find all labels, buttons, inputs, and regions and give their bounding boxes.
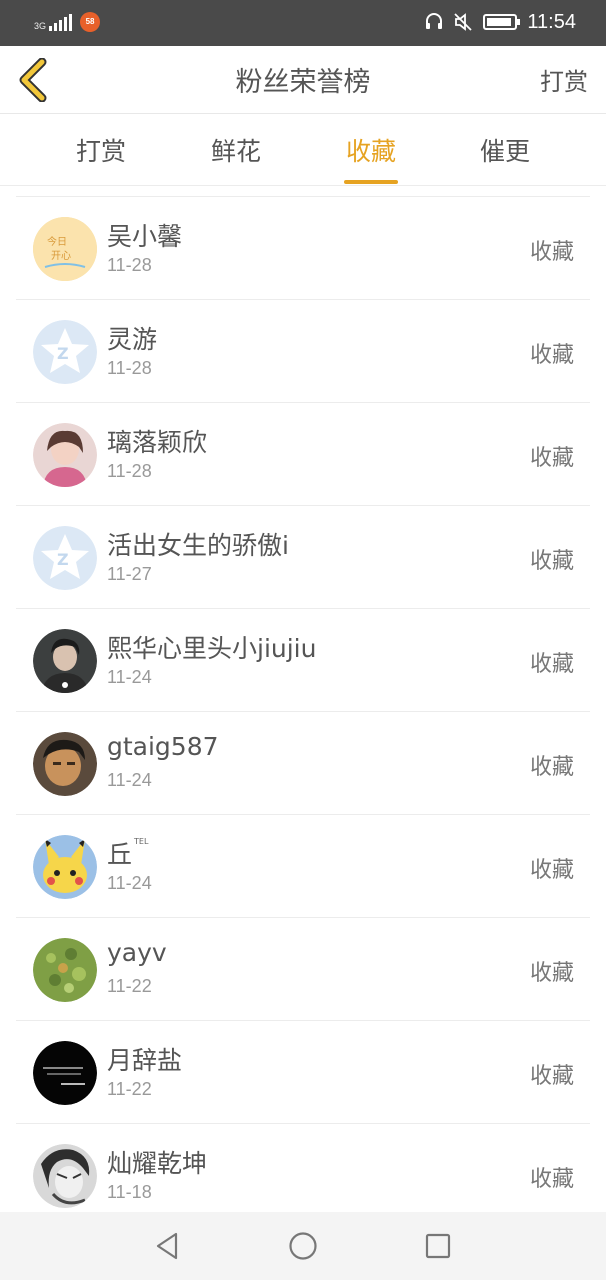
action-label: 收藏 xyxy=(529,652,574,677)
name-superscript: TEL xyxy=(134,837,149,846)
avatar[interactable]: 今日开心 xyxy=(33,217,97,281)
headset-icon xyxy=(426,13,443,29)
avatar[interactable] xyxy=(33,1144,97,1208)
fan-date: 11-27 xyxy=(107,564,152,584)
svg-text:Z: Z xyxy=(57,344,69,363)
back-triangle-icon xyxy=(156,1232,178,1260)
page-title: 粉丝荣誉榜 xyxy=(235,67,371,98)
tab-flowers[interactable]: 鲜花 xyxy=(181,132,291,168)
fan-name: 璃落颖欣 xyxy=(107,428,208,457)
avatar[interactable] xyxy=(33,629,97,693)
tab-collect[interactable]: 收藏 xyxy=(316,132,426,184)
recents-square-icon xyxy=(425,1233,451,1259)
clock: 11:54 xyxy=(527,10,576,33)
action-label: 收藏 xyxy=(529,961,574,986)
nav-recents-button[interactable] xyxy=(422,1230,454,1262)
list-item[interactable]: Z 灵游 11-28 收藏 xyxy=(16,300,590,403)
nav-back-button[interactable] xyxy=(152,1230,184,1262)
fan-date: 11-24 xyxy=(107,770,152,790)
fan-date: 11-28 xyxy=(107,255,152,275)
svg-text:Z: Z xyxy=(57,550,69,569)
fan-name: 丘 TEL xyxy=(107,837,149,869)
fan-date: 11-28 xyxy=(107,461,152,481)
fan-date: 11-22 xyxy=(107,976,152,996)
tab-reward[interactable]: 打赏 xyxy=(46,132,156,168)
list-item[interactable]: 熙华心里头小jiujiu 11-24 收藏 xyxy=(16,609,590,712)
list-item[interactable]: 璃落颖欣 11-28 收藏 xyxy=(16,403,590,506)
tab-urge[interactable]: 催更 xyxy=(450,132,560,168)
avatar[interactable] xyxy=(33,423,97,487)
action-label: 收藏 xyxy=(529,240,574,265)
tab-indicator xyxy=(344,180,398,184)
mute-icon xyxy=(454,13,473,31)
fan-name: 灿耀乾坤 xyxy=(107,1149,208,1178)
avatar[interactable]: Z xyxy=(33,526,97,590)
signal-icon: 3G xyxy=(34,13,73,31)
avatar[interactable] xyxy=(33,835,97,899)
home-circle-icon xyxy=(289,1232,317,1260)
network-type: 3G xyxy=(34,21,47,31)
tab-label: 打赏 xyxy=(75,137,126,166)
header: 粉丝荣誉榜 打赏 xyxy=(0,46,606,114)
fan-date: 11-24 xyxy=(107,667,152,687)
fan-name: 活出女生的骄傲i xyxy=(107,531,289,560)
svg-text:今日: 今日 xyxy=(47,235,67,248)
action-label: 收藏 xyxy=(529,549,574,574)
nav-home-button[interactable] xyxy=(287,1230,319,1262)
fan-date: 11-28 xyxy=(107,358,152,378)
list-item[interactable]: 丘 TEL 11-24 收藏 xyxy=(16,815,590,918)
tab-label: 收藏 xyxy=(345,137,396,166)
status-bar: 3G 58 11:54 xyxy=(0,0,606,46)
fan-name: gtaig587 xyxy=(107,732,219,761)
fan-name: 月辞盐 xyxy=(107,1046,183,1075)
avatar[interactable] xyxy=(33,732,97,796)
list-item[interactable]: gtaig587 11-24 收藏 xyxy=(16,712,590,815)
action-label: 收藏 xyxy=(529,755,574,780)
list-item[interactable]: Z 活出女生的骄傲i 11-27 收藏 xyxy=(16,506,590,609)
list-item[interactable]: yayv 11-22 收藏 xyxy=(16,918,590,1021)
battery-icon xyxy=(483,14,521,30)
fan-name: 灵游 xyxy=(107,325,158,354)
system-nav-bar xyxy=(0,1212,606,1280)
avatar[interactable] xyxy=(33,938,97,1002)
fan-date: 11-24 xyxy=(107,873,152,893)
fan-date: 11-18 xyxy=(107,1182,152,1202)
tab-label: 鲜花 xyxy=(210,137,261,166)
svg-text:开心: 开心 xyxy=(51,250,71,262)
app-notification-icon: 58 xyxy=(80,12,101,32)
avatar[interactable] xyxy=(33,1041,97,1105)
fan-list: 今日开心 吴小馨 11-28 收藏 Z 灵游 11-28 收藏 璃落颖欣 11-… xyxy=(16,196,590,1227)
list-item[interactable]: 月辞盐 11-22 收藏 xyxy=(16,1021,590,1124)
action-label: 收藏 xyxy=(529,446,574,471)
fan-name: 吴小馨 xyxy=(107,222,183,251)
action-label: 收藏 xyxy=(529,1167,574,1192)
action-label: 收藏 xyxy=(529,858,574,883)
tab-bar: 打赏 鲜花 收藏 催更 xyxy=(0,114,606,186)
fan-date: 11-22 xyxy=(107,1079,152,1099)
avatar[interactable]: Z xyxy=(33,320,97,384)
fan-name: yayv xyxy=(107,938,167,967)
fan-name: 熙华心里头小jiujiu xyxy=(107,634,317,663)
tab-label: 催更 xyxy=(479,137,530,166)
list-item[interactable]: 今日开心 吴小馨 11-28 收藏 xyxy=(16,197,590,300)
action-label: 收藏 xyxy=(529,1064,574,1089)
action-label: 收藏 xyxy=(529,343,574,368)
reward-button[interactable]: 打赏 xyxy=(540,62,588,97)
